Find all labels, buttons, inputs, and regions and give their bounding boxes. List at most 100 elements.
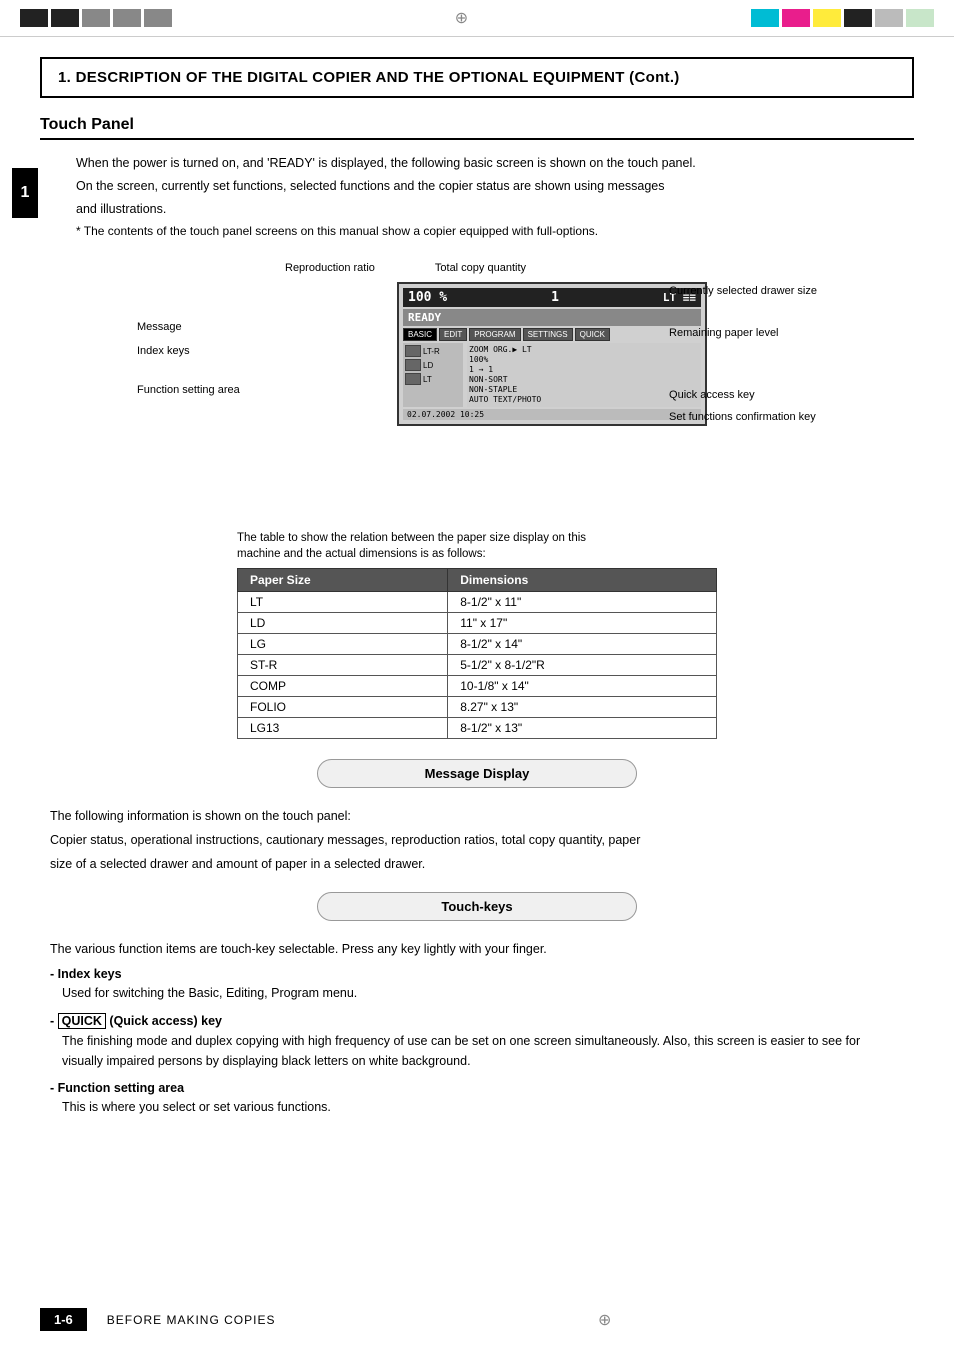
function-setting-desc: This is where you select or set various …	[50, 1097, 904, 1117]
color-block-yellow	[813, 9, 841, 27]
left-annotations: Message Index keys Function setting area	[137, 315, 240, 402]
cell-dimensions: 8.27" x 13"	[448, 697, 717, 718]
panel-100: 100%	[469, 355, 488, 364]
section-title: Touch Panel	[40, 116, 914, 140]
screen-keys-row: BASIC EDIT PROGRAM SETTINGS QUICK	[403, 328, 701, 341]
right-annotations: Currently selected drawer size Remaining…	[669, 280, 817, 428]
touch-keys-content: The various function items are touch-key…	[40, 939, 914, 1117]
cell-dimensions: 10-1/8" x 14"	[448, 676, 717, 697]
icon-label-lt: LT	[423, 375, 432, 384]
table-desc-line1: The table to show the relation between t…	[237, 532, 586, 544]
panel-row-nonstaple: NON-STAPLE	[469, 385, 699, 394]
footer-text: BEFORE MAKING COPIES	[107, 1313, 276, 1327]
panel-row-auto: AUTO TEXT/PHOTO	[469, 395, 699, 404]
main-content: 1. DESCRIPTION OF THE DIGITAL COPIER AND…	[0, 37, 954, 1157]
top-annotations: Reproduction ratio Total copy quantity	[285, 262, 526, 274]
index-keys-desc: Used for switching the Basic, Editing, P…	[50, 983, 904, 1003]
diagram-area: Message Index keys Function setting area…	[40, 260, 914, 520]
col-header-dimensions: Dimensions	[448, 569, 717, 592]
screen-key-program[interactable]: PROGRAM	[469, 328, 520, 341]
screen-left-icons: LT-R LD LT	[403, 343, 463, 407]
cell-paper-size: COMP	[238, 676, 448, 697]
bar-block-5	[144, 9, 172, 27]
icon-row-2: LD	[405, 359, 461, 371]
table-row: COMP10-1/8" x 14"	[238, 676, 717, 697]
color-block-lgray	[875, 9, 903, 27]
table-desc-line2: machine and the actual dimensions is as …	[237, 548, 486, 560]
cell-dimensions: 8-1/2" x 13"	[448, 718, 717, 739]
screen-right-panel: ZOOM ORG.▶ LT 100% 1 → 1 NON-SORT	[467, 343, 701, 407]
cell-dimensions: 8-1/2" x 14"	[448, 634, 717, 655]
quick-box: QUICK	[58, 1013, 106, 1029]
cell-paper-size: LG13	[238, 718, 448, 739]
intro-line2: On the screen, currently set functions, …	[76, 177, 914, 196]
screen-ready-row: READY	[403, 309, 701, 326]
panel-row-zoom: ZOOM ORG.▶ LT	[469, 345, 699, 354]
message-display-content: The following information is shown on th…	[40, 806, 914, 874]
table-row: ST-R5-1/2" x 8-1/2"R	[238, 655, 717, 676]
panel-row-1to1: 1 → 1	[469, 365, 699, 374]
annotation-total-copy-quantity: Total copy quantity	[435, 262, 526, 274]
table-row: LG138-1/2" x 13"	[238, 718, 717, 739]
intro-note: * The contents of the touch panel screen…	[76, 222, 914, 240]
annotation-drawer-size: Currently selected drawer size	[669, 280, 817, 302]
screen-bottom-row: 02.07.2002 10:25	[403, 409, 701, 420]
col-header-paper-size: Paper Size	[238, 569, 448, 592]
bar-block-1	[20, 9, 48, 27]
intro-line1: When the power is turned on, and 'READY'…	[76, 154, 914, 173]
screen-key-basic[interactable]: BASIC	[403, 328, 437, 341]
annotation-message: Message	[137, 315, 240, 339]
quick-access-label: QUICK (Quick access) key	[50, 1013, 904, 1029]
bar-block-2	[51, 9, 79, 27]
screen-datetime: 02.07.2002 10:25	[407, 410, 484, 419]
page-footer: 1-6 BEFORE MAKING COPIES ⊕	[40, 1308, 914, 1331]
annotation-set-functions-key: Set functions confirmation key	[669, 406, 817, 428]
icon-row-3: LT	[405, 373, 461, 385]
screen-key-edit[interactable]: EDIT	[439, 328, 467, 341]
table-row: FOLIO8.27" x 13"	[238, 697, 717, 718]
intro-line3: and illustrations.	[76, 200, 914, 219]
top-decoration-bar: ⊕	[0, 0, 954, 37]
touch-keys-label: Touch-keys	[441, 899, 512, 914]
function-setting-label: Function setting area	[50, 1081, 904, 1095]
touch-key-item-quick: QUICK (Quick access) key The finishing m…	[50, 1013, 904, 1071]
intro-text: When the power is turned on, and 'READY'…	[76, 154, 914, 240]
cell-dimensions: 8-1/2" x 11"	[448, 592, 717, 613]
color-block-lgreen	[906, 9, 934, 27]
copier-screen: 100 % 1 LT ≡≡ READY BASIC EDIT PROGRAM S…	[397, 282, 707, 426]
color-block-black	[844, 9, 872, 27]
annotation-index-keys: Index keys	[137, 339, 240, 363]
annotation-function-setting-area: Function setting area	[137, 378, 240, 402]
quick-access-text: (Quick access) key	[109, 1014, 222, 1028]
icon-row-1: LT-R	[405, 345, 461, 357]
touch-key-item-index: Index keys Used for switching the Basic,…	[50, 967, 904, 1003]
paper-table-wrapper: The table to show the relation between t…	[237, 530, 717, 739]
screen-key-settings[interactable]: SETTINGS	[523, 328, 573, 341]
table-header-row: Paper Size Dimensions	[238, 569, 717, 592]
screen-ready-text: READY	[408, 311, 441, 324]
paper-size-table: Paper Size Dimensions LT8-1/2" x 11"LD11…	[237, 568, 717, 739]
paper-table-desc: The table to show the relation between t…	[237, 530, 717, 562]
color-block-magenta	[782, 9, 810, 27]
panel-row-nonsort: NON-SORT	[469, 375, 699, 384]
table-row: LD11" x 17"	[238, 613, 717, 634]
bar-block-4	[113, 9, 141, 27]
screen-ratio: 100 %	[408, 290, 447, 305]
top-center-symbol: ⊕	[455, 8, 468, 28]
cell-dimensions: 11" x 17"	[448, 613, 717, 634]
message-display-label: Message Display	[425, 766, 530, 781]
msg-display-line3: size of a selected drawer and amount of …	[50, 854, 904, 874]
paper-table-area: The table to show the relation between t…	[40, 530, 914, 739]
icon-label-ld: LD	[423, 361, 433, 370]
screen-key-quick[interactable]: QUICK	[575, 328, 610, 341]
screen-top-row: 100 % 1 LT ≡≡	[403, 288, 701, 307]
icon-box-2	[405, 359, 421, 371]
annotation-quick-access-key: Quick access key	[669, 384, 817, 406]
table-row: LT8-1/2" x 11"	[238, 592, 717, 613]
panel-1to1: 1 → 1	[469, 365, 493, 374]
annotation-wrapper: Message Index keys Function setting area…	[137, 260, 817, 520]
cell-paper-size: LT	[238, 592, 448, 613]
page-number: 1-6	[40, 1308, 87, 1331]
icon-box-3	[405, 373, 421, 385]
table-row: LG8-1/2" x 14"	[238, 634, 717, 655]
